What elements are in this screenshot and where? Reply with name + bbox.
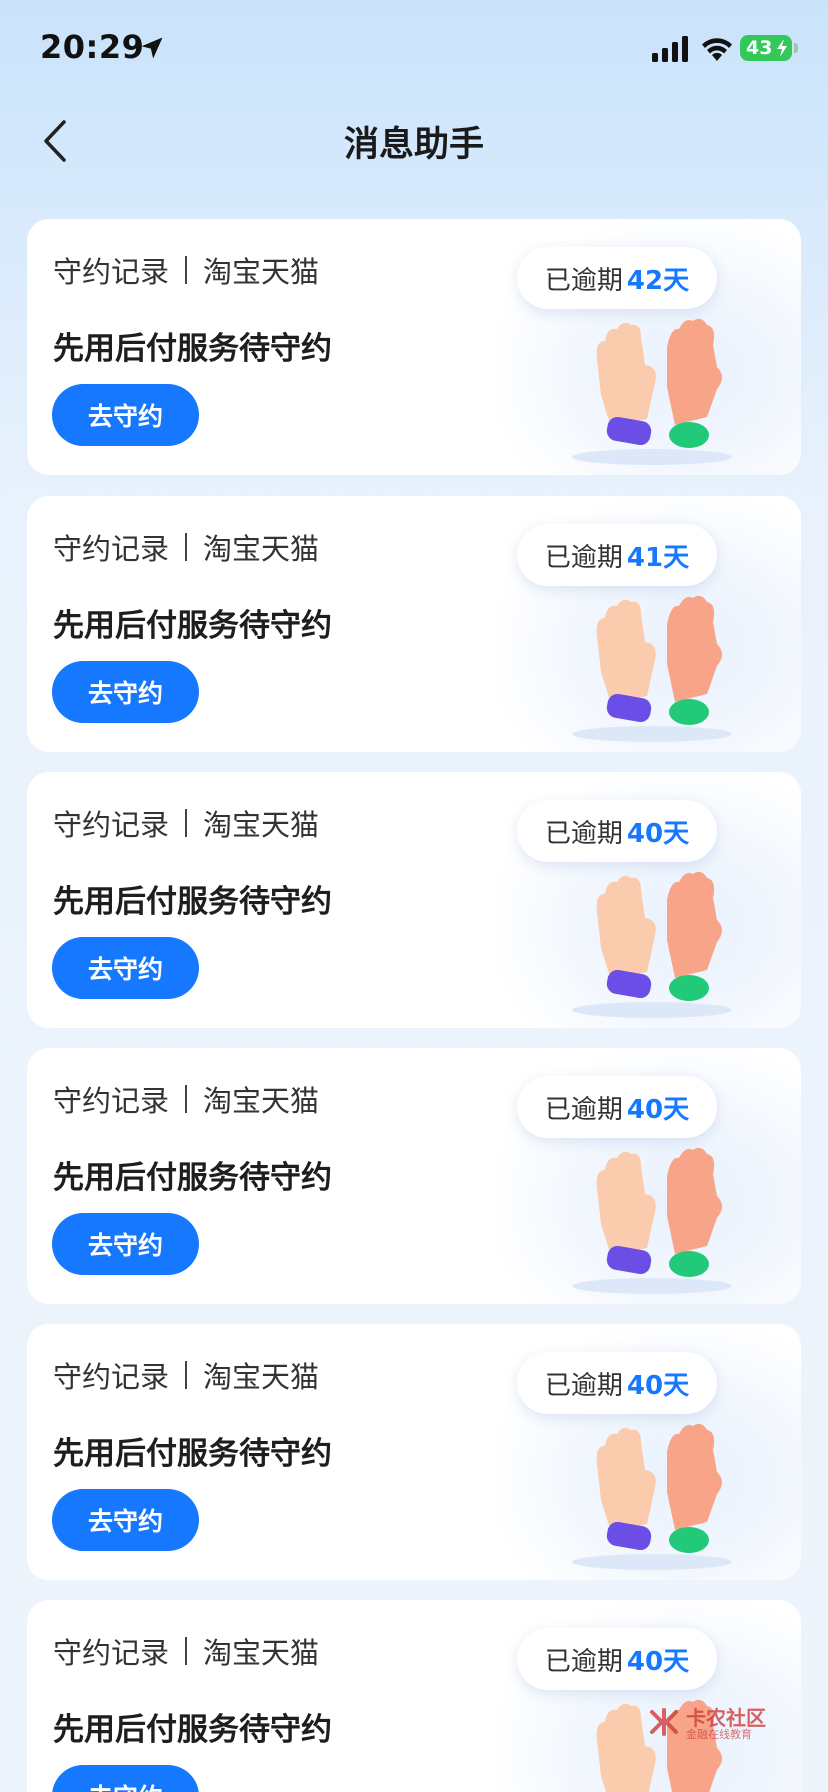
divider xyxy=(185,1637,188,1665)
overdue-label: 已逾期 xyxy=(544,1370,623,1401)
card-source: 淘宝天猫 xyxy=(203,255,320,289)
high-five-hands-icon xyxy=(572,595,732,742)
card-source: 淘宝天猫 xyxy=(203,1360,320,1394)
overdue-days: 42天 xyxy=(626,265,690,296)
card-message: 先用后付服务待守约 xyxy=(53,1712,332,1748)
overdue-badge: 已逾期 40天 xyxy=(517,1628,717,1690)
card-illustration: 已逾期 42天 xyxy=(497,219,801,475)
bolt-icon xyxy=(777,39,787,57)
message-card: 守约记录 淘宝天猫 先用后付服务待守约 去守约 已逾期 40天 xyxy=(27,772,801,1028)
status-bar: 20:29 43 xyxy=(0,0,828,100)
divider xyxy=(185,533,188,561)
card-category: 守约记录 xyxy=(53,1636,170,1670)
card-header: 守约记录 淘宝天猫 xyxy=(53,526,319,568)
divider xyxy=(185,1361,188,1389)
page-title: 消息助手 xyxy=(343,125,484,165)
overdue-badge: 已逾期 40天 xyxy=(517,1076,717,1138)
message-card: 守约记录 淘宝天猫 先用后付服务待守约 去守约 已逾期 42天 xyxy=(27,219,801,475)
card-category: 守约记录 xyxy=(53,1084,170,1118)
card-category: 守约记录 xyxy=(53,808,170,842)
card-header: 守约记录 淘宝天猫 xyxy=(53,249,319,291)
overdue-label: 已逾期 xyxy=(544,1646,623,1677)
fulfill-button[interactable]: 去守约 xyxy=(52,937,199,999)
overdue-days: 40天 xyxy=(626,1370,690,1401)
divider xyxy=(185,256,188,284)
card-message: 先用后付服务待守约 xyxy=(53,608,332,644)
card-source: 淘宝天猫 xyxy=(203,532,320,566)
card-header: 守约记录 淘宝天猫 xyxy=(53,1354,319,1396)
card-illustration: 已逾期 40天 xyxy=(497,1048,801,1304)
card-header: 守约记录 淘宝天猫 xyxy=(53,1630,319,1672)
card-illustration: 已逾期 40天 xyxy=(497,1324,801,1580)
divider xyxy=(185,809,188,837)
overdue-badge: 已逾期 40天 xyxy=(517,1352,717,1414)
card-message: 先用后付服务待守约 xyxy=(53,884,332,920)
fulfill-button[interactable]: 去守约 xyxy=(52,384,199,446)
card-source: 淘宝天猫 xyxy=(203,1084,320,1118)
overdue-badge: 已逾期 41天 xyxy=(517,524,717,586)
card-illustration: 已逾期 40天 xyxy=(497,772,801,1028)
card-header: 守约记录 淘宝天猫 xyxy=(53,802,319,844)
high-five-hands-icon xyxy=(572,318,732,465)
battery-level: 43 xyxy=(746,37,773,59)
card-illustration: 已逾期 40天 xyxy=(497,1600,801,1792)
message-card: 守约记录 淘宝天猫 先用后付服务待守约 去守约 已逾期 40天 xyxy=(27,1324,801,1580)
watermark-logo-icon xyxy=(650,1708,678,1736)
overdue-days: 40天 xyxy=(626,818,690,849)
location-arrow-icon xyxy=(141,37,163,59)
high-five-hands-icon xyxy=(572,871,732,1018)
high-five-hands-icon xyxy=(572,1423,732,1570)
card-source: 淘宝天猫 xyxy=(203,808,320,842)
message-card: 守约记录 淘宝天猫 先用后付服务待守约 去守约 已逾期 40天 xyxy=(27,1048,801,1304)
card-category: 守约记录 xyxy=(53,255,170,289)
watermark: 卡农社区 金融在线教育 xyxy=(648,1700,798,1744)
card-header: 守约记录 淘宝天猫 xyxy=(53,1078,319,1120)
card-category: 守约记录 xyxy=(53,1360,170,1394)
card-category: 守约记录 xyxy=(53,532,170,566)
fulfill-button[interactable]: 去守约 xyxy=(52,1213,199,1275)
watermark-subtitle: 金融在线教育 xyxy=(686,1728,752,1741)
status-time: 20:29 xyxy=(40,28,145,66)
card-message: 先用后付服务待守约 xyxy=(53,331,332,367)
high-five-hands-icon xyxy=(572,1147,732,1294)
overdue-badge: 已逾期 40天 xyxy=(517,800,717,862)
card-illustration: 已逾期 41天 xyxy=(497,496,801,752)
overdue-days: 40天 xyxy=(626,1646,690,1677)
card-message: 先用后付服务待守约 xyxy=(53,1160,332,1196)
message-card: 守约记录 淘宝天猫 先用后付服务待守约 去守约 已逾期 40天 xyxy=(27,1600,801,1792)
divider xyxy=(185,1085,188,1113)
card-message: 先用后付服务待守约 xyxy=(53,1436,332,1472)
overdue-label: 已逾期 xyxy=(544,265,623,296)
overdue-label: 已逾期 xyxy=(544,818,623,849)
fulfill-button[interactable]: 去守约 xyxy=(52,1489,199,1551)
card-source: 淘宝天猫 xyxy=(203,1636,320,1670)
fulfill-button[interactable]: 去守约 xyxy=(52,1765,199,1792)
overdue-label: 已逾期 xyxy=(544,1094,623,1125)
message-card: 守约记录 淘宝天猫 先用后付服务待守约 去守约 已逾期 41天 xyxy=(27,496,801,752)
battery-tip xyxy=(794,43,798,53)
overdue-badge: 已逾期 42天 xyxy=(517,247,717,309)
overdue-days: 40天 xyxy=(626,1094,690,1125)
wifi-icon xyxy=(702,38,732,61)
overdue-days: 41天 xyxy=(626,542,690,573)
cellular-signal-icon xyxy=(652,36,688,62)
overdue-label: 已逾期 xyxy=(544,542,623,573)
fulfill-button[interactable]: 去守约 xyxy=(52,661,199,723)
